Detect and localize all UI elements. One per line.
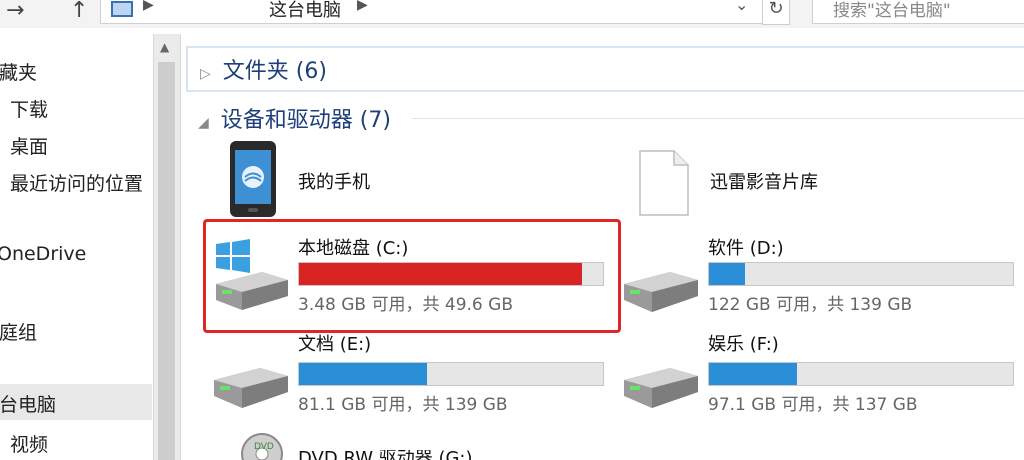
sidebar-item-label: 这台电脑 [0, 394, 57, 416]
devices-group-label: 设备和驱动器 (7) [220, 108, 391, 133]
address-toolbar: → ↑ ▶ 这台电脑 ▶ ⌄ ↻ 搜索"这台电脑" [0, 0, 1024, 29]
sidebar-item-videos[interactable]: 视频 [10, 430, 48, 457]
devices-group-header[interactable]: ◢ 设备和驱动器 (7) [198, 102, 391, 134]
up-arrow-icon[interactable]: ↑ [70, 0, 88, 23]
collapse-caret-icon[interactable]: ◢ [198, 115, 209, 131]
dvd-drive-tile[interactable]: DVD [240, 428, 290, 460]
folders-group-box[interactable]: ▷ 文件夹 (6) [186, 46, 1024, 92]
my-phone-tile[interactable] [228, 140, 278, 218]
content-pane: ▷ 文件夹 (6) ◢ 设备和驱动器 (7) 我的手机 迅雷影音片库 本地磁盘 … [182, 28, 1024, 460]
forward-arrow-icon[interactable]: → [6, 0, 24, 23]
dvd-drive-icon: DVD [241, 433, 283, 460]
drive-name[interactable]: 娱乐 (F:) [708, 330, 779, 356]
drive-f-tile[interactable] [622, 362, 700, 414]
search-placeholder: 搜索"这台电脑" [833, 1, 951, 21]
drive-usage-fill [299, 363, 427, 385]
drive-name[interactable]: 软件 (D:) [708, 234, 784, 260]
expand-caret-icon[interactable]: ▷ [200, 66, 211, 82]
address-history-dropdown-icon[interactable]: ⌄ [735, 0, 748, 14]
sidebar-scrollbar[interactable]: ▲ [153, 34, 181, 460]
highlight-annotation-box [203, 219, 621, 333]
scroll-up-icon[interactable]: ▲ [160, 40, 169, 54]
drive-usage-fill [709, 363, 798, 385]
drive-name[interactable]: DVD RW 驱动器 (G:) [298, 450, 473, 460]
hard-drive-icon [624, 272, 698, 312]
dvd-name-clip: DVD RW 驱动器 (G:) [298, 450, 598, 460]
hard-drive-icon [624, 368, 698, 408]
folders-group-label: 文件夹 (6) [222, 59, 327, 84]
device-name[interactable]: 迅雷影音片库 [710, 168, 818, 194]
drive-usage-text: 81.1 GB 可用，共 139 GB [298, 395, 508, 415]
breadcrumb-separator-icon[interactable]: ▶ [143, 0, 154, 13]
sidebar-item-onedrive[interactable]: OneDrive [0, 243, 86, 265]
drive-e-tile[interactable] [212, 362, 290, 414]
drive-usage-text: 122 GB 可用，共 139 GB [708, 295, 913, 315]
drive-usage-bar [708, 262, 1014, 286]
computer-icon [111, 1, 133, 17]
scrollbar-thumb[interactable] [158, 62, 175, 460]
group-divider [412, 118, 1024, 119]
drive-name[interactable]: 文档 (E:) [298, 330, 371, 356]
breadcrumb-separator-icon[interactable]: ▶ [357, 0, 368, 13]
thunder-library-tile[interactable] [638, 150, 690, 216]
drive-usage-bar [298, 362, 604, 386]
refresh-button[interactable]: ↻ [762, 0, 790, 25]
search-input[interactable]: 搜索"这台电脑" [812, 0, 1024, 24]
sidebar-item-this-pc[interactable]: 这台电脑 [0, 384, 152, 420]
sidebar-item-desktop[interactable]: 桌面 [10, 132, 48, 159]
sidebar-item-favorites[interactable]: 收藏夹 [0, 58, 37, 85]
breadcrumb-location[interactable]: 这台电脑 [269, 0, 341, 22]
file-icon [639, 150, 689, 216]
sidebar-item-homegroup[interactable]: 家庭组 [0, 318, 37, 345]
sidebar-item-downloads[interactable]: 下载 [10, 95, 48, 122]
drive-usage-fill [709, 263, 746, 285]
phone-icon [230, 141, 276, 217]
drive-d-tile[interactable] [622, 266, 700, 318]
drive-usage-bar [708, 362, 1014, 386]
address-bar[interactable]: ▶ 这台电脑 ▶ ⌄ [100, 0, 790, 24]
folders-group-header[interactable]: ▷ 文件夹 (6) [200, 53, 327, 85]
hard-drive-icon [214, 368, 288, 408]
device-name[interactable]: 我的手机 [298, 168, 370, 194]
svg-text:DVD: DVD [254, 442, 274, 452]
sidebar-item-recent-places[interactable]: 最近访问的位置 [10, 169, 143, 196]
drive-usage-text: 97.1 GB 可用，共 137 GB [708, 395, 918, 415]
